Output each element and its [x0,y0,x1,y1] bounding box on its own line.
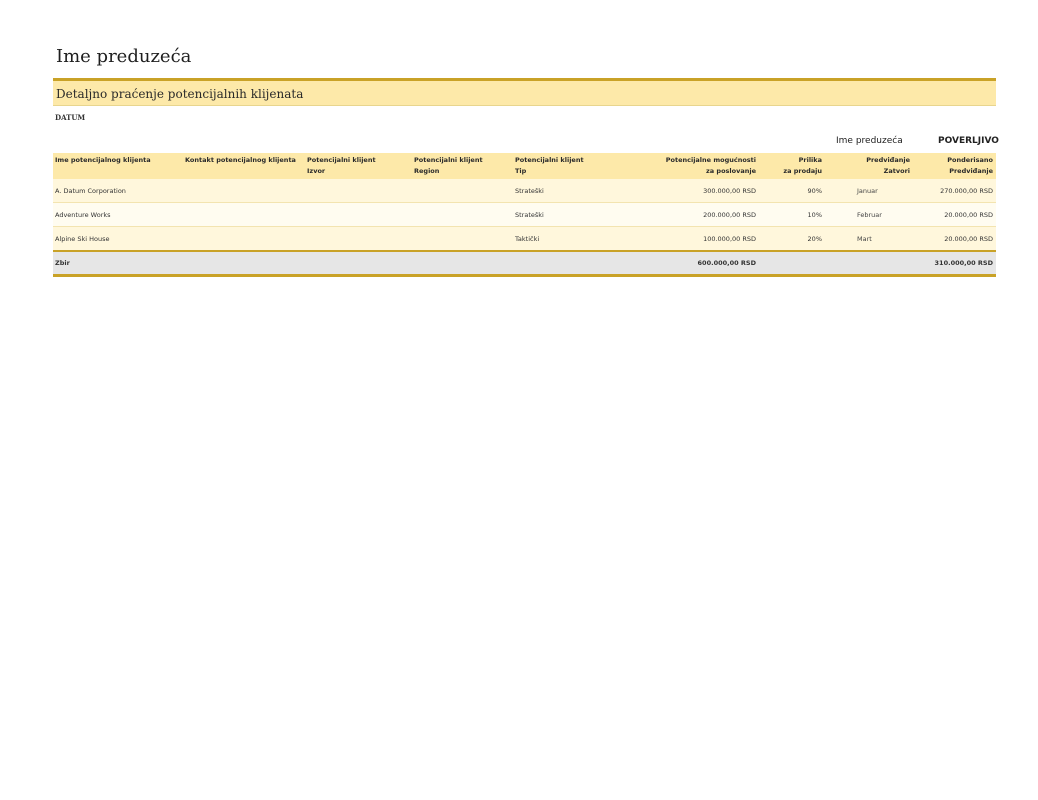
table-row: Adventure Works Strateški 200.000,00 RSD… [53,202,996,227]
total-row: Zbir 600.000,00 RSD 310.000,00 RSD [53,250,996,277]
header-probability[interactable]: Prilika za prodaju [759,153,825,179]
total-opportunity: 600.000,00 RSD [623,250,759,277]
header-weighted-forecast[interactable]: Ponderisano Predviđanje [913,153,996,179]
date-label: DATUM [55,113,86,122]
cell-lead-type[interactable]: Strateški [513,202,623,227]
cell-lead-contact[interactable] [183,202,305,227]
cell-close-forecast[interactable]: Januar [825,179,913,203]
cell-lead-name[interactable]: Adventure Works [53,202,183,227]
subtitle-band: Detaljno praćenje potencijalnih klijenat… [53,78,996,106]
cell-weighted-forecast[interactable]: 20.000,00 RSD [913,202,996,227]
header-lead-name[interactable]: Ime potencijalnog klijenta [53,153,183,179]
total-empty-cell [825,250,913,277]
cell-lead-name[interactable]: Alpine Ski House [53,226,183,252]
cell-lead-region[interactable] [412,179,513,203]
cell-lead-contact[interactable] [183,226,305,252]
document-page: Ime preduzeća Detaljno praćenje potencij… [0,0,1038,800]
table-header-row: Ime potencijalnog klijenta Kontakt poten… [53,153,996,179]
total-empty-cell [412,250,513,277]
cell-lead-contact[interactable] [183,179,305,203]
meta-company-name: Ime preduzeća [836,136,903,146]
cell-close-forecast[interactable]: Mart [825,226,913,252]
company-title: Ime preduzeća [56,46,192,67]
cell-probability[interactable]: 10% [759,202,825,227]
cell-lead-region[interactable] [412,202,513,227]
header-opportunity[interactable]: Potencijalne mogućnosti za poslovanje [623,153,759,179]
document-subtitle: Detaljno praćenje potencijalnih klijenat… [56,87,304,101]
total-label: Zbir [53,250,183,277]
total-weighted-forecast: 310.000,00 RSD [913,250,996,277]
total-empty-cell [183,250,305,277]
cell-lead-region[interactable] [412,226,513,252]
cell-close-forecast[interactable]: Februar [825,202,913,227]
cell-lead-type[interactable]: Strateški [513,179,623,203]
confidential-label: POVERLJIVO [938,136,999,146]
total-empty-cell [759,250,825,277]
header-lead-contact[interactable]: Kontakt potencijalnog klijenta [183,153,305,179]
total-empty-cell [513,250,623,277]
table-row: A. Datum Corporation Strateški 300.000,0… [53,179,996,203]
cell-opportunity[interactable]: 200.000,00 RSD [623,202,759,227]
header-close-forecast[interactable]: Predviđanje Zatvori [825,153,913,179]
cell-opportunity[interactable]: 100.000,00 RSD [623,226,759,252]
leads-table: Ime potencijalnog klijenta Kontakt poten… [53,153,996,277]
header-lead-source[interactable]: Potencijalni klijent Izvor [305,153,412,179]
cell-probability[interactable]: 90% [759,179,825,203]
header-lead-region[interactable]: Potencijalni klijent Region [412,153,513,179]
cell-probability[interactable]: 20% [759,226,825,252]
cell-lead-source[interactable] [305,179,412,203]
table-row: Alpine Ski House Taktički 100.000,00 RSD… [53,226,996,252]
cell-weighted-forecast[interactable]: 270.000,00 RSD [913,179,996,203]
cell-opportunity[interactable]: 300.000,00 RSD [623,179,759,203]
cell-lead-type[interactable]: Taktički [513,226,623,252]
cell-weighted-forecast[interactable]: 20.000,00 RSD [913,226,996,252]
cell-lead-name[interactable]: A. Datum Corporation [53,179,183,203]
total-empty-cell [305,250,412,277]
cell-lead-source[interactable] [305,226,412,252]
cell-lead-source[interactable] [305,202,412,227]
header-lead-type[interactable]: Potencijalni klijent Tip [513,153,623,179]
